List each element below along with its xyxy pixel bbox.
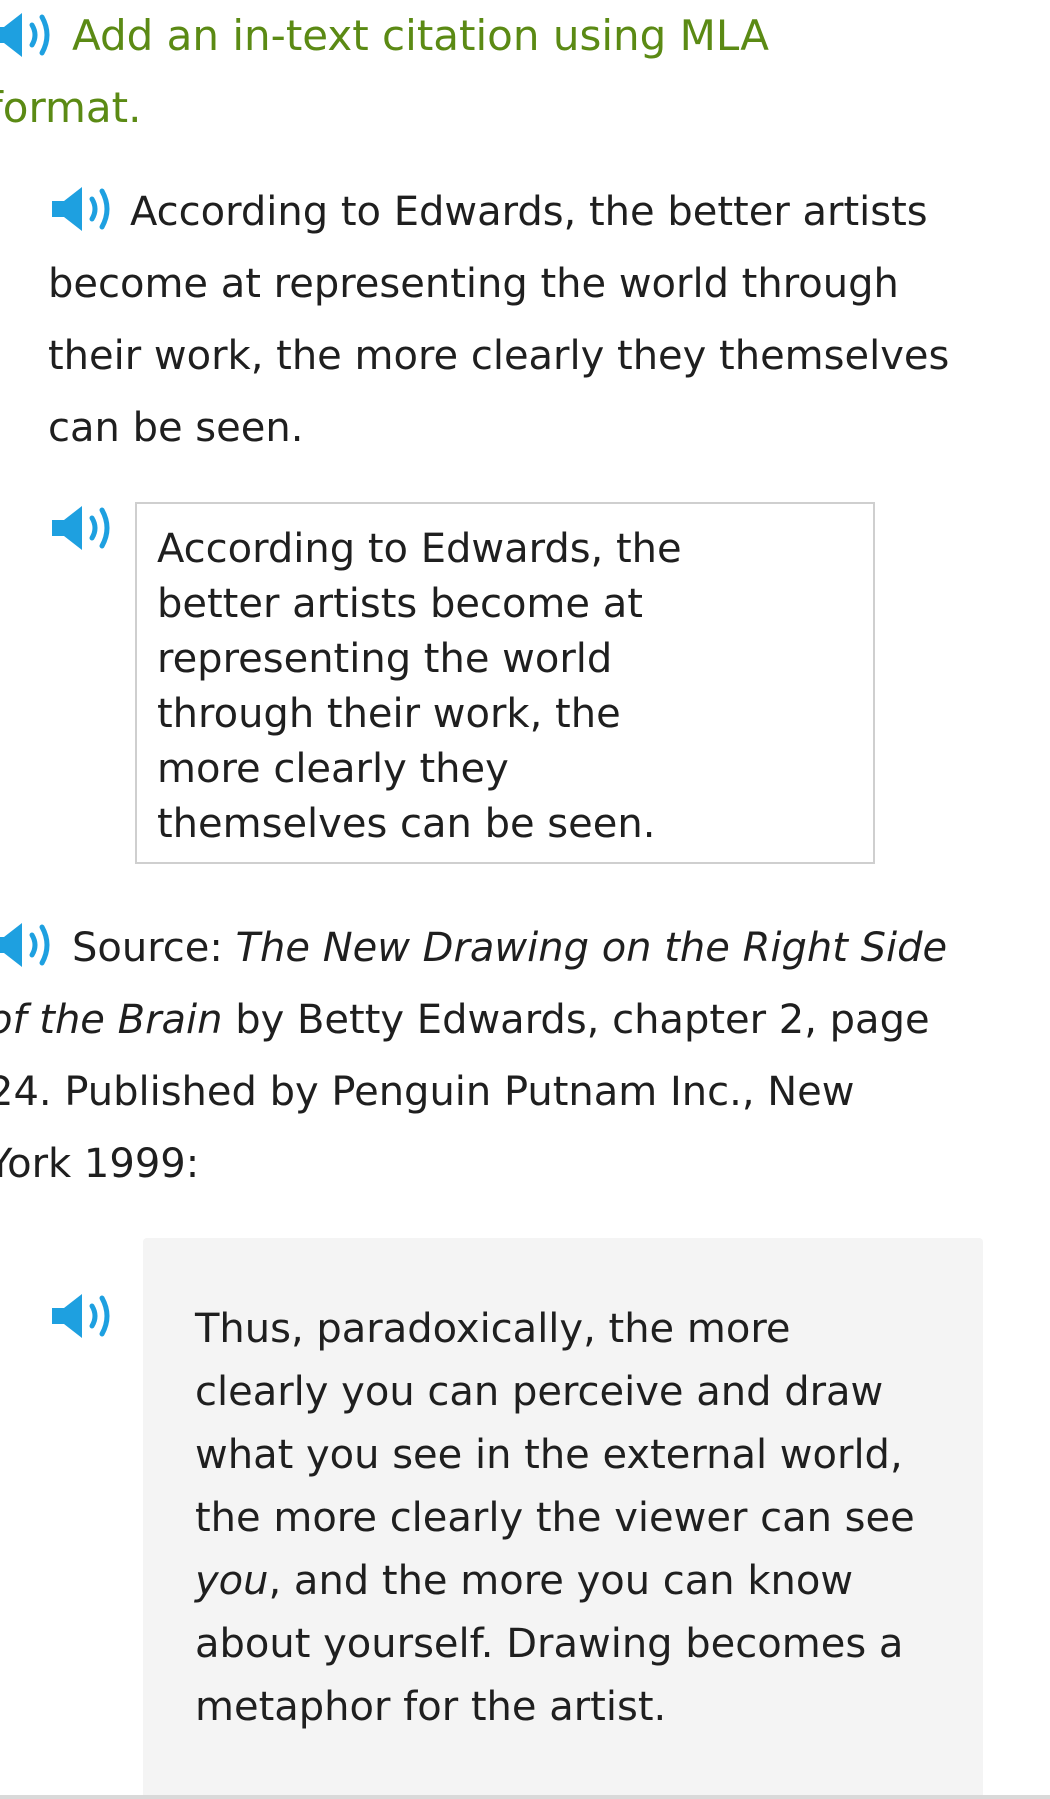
sentence-to-cite: According to Edwards, the better artists…	[48, 176, 968, 464]
speaker-icon[interactable]	[48, 1290, 118, 1342]
speaker-icon[interactable]	[0, 9, 58, 61]
source-citation: Source: The New Drawing on the Right Sid…	[0, 912, 948, 1200]
instruction-text: Add an in-text citation using MLA format…	[0, 11, 769, 132]
quote-text-part2: , and the more you can know about yourse…	[195, 1558, 904, 1730]
speaker-icon[interactable]	[48, 502, 118, 554]
question-page: Add an in-text citation using MLA format…	[0, 0, 1050, 1799]
answer-input[interactable]: According to Edwards, the better artists…	[135, 502, 875, 864]
source-quote: Thus, paradoxically, the more clearly yo…	[195, 1298, 935, 1739]
quote-emphasis: you	[195, 1558, 269, 1604]
speaker-icon[interactable]	[48, 183, 118, 235]
quote-text-part1: Thus, paradoxically, the more clearly yo…	[195, 1306, 915, 1541]
bottom-divider	[0, 1795, 1050, 1799]
instruction: Add an in-text citation using MLA format…	[0, 0, 828, 144]
sentence-text: According to Edwards, the better artists…	[48, 189, 950, 451]
speaker-icon[interactable]	[0, 919, 58, 971]
source-prefix: Source:	[72, 925, 236, 971]
